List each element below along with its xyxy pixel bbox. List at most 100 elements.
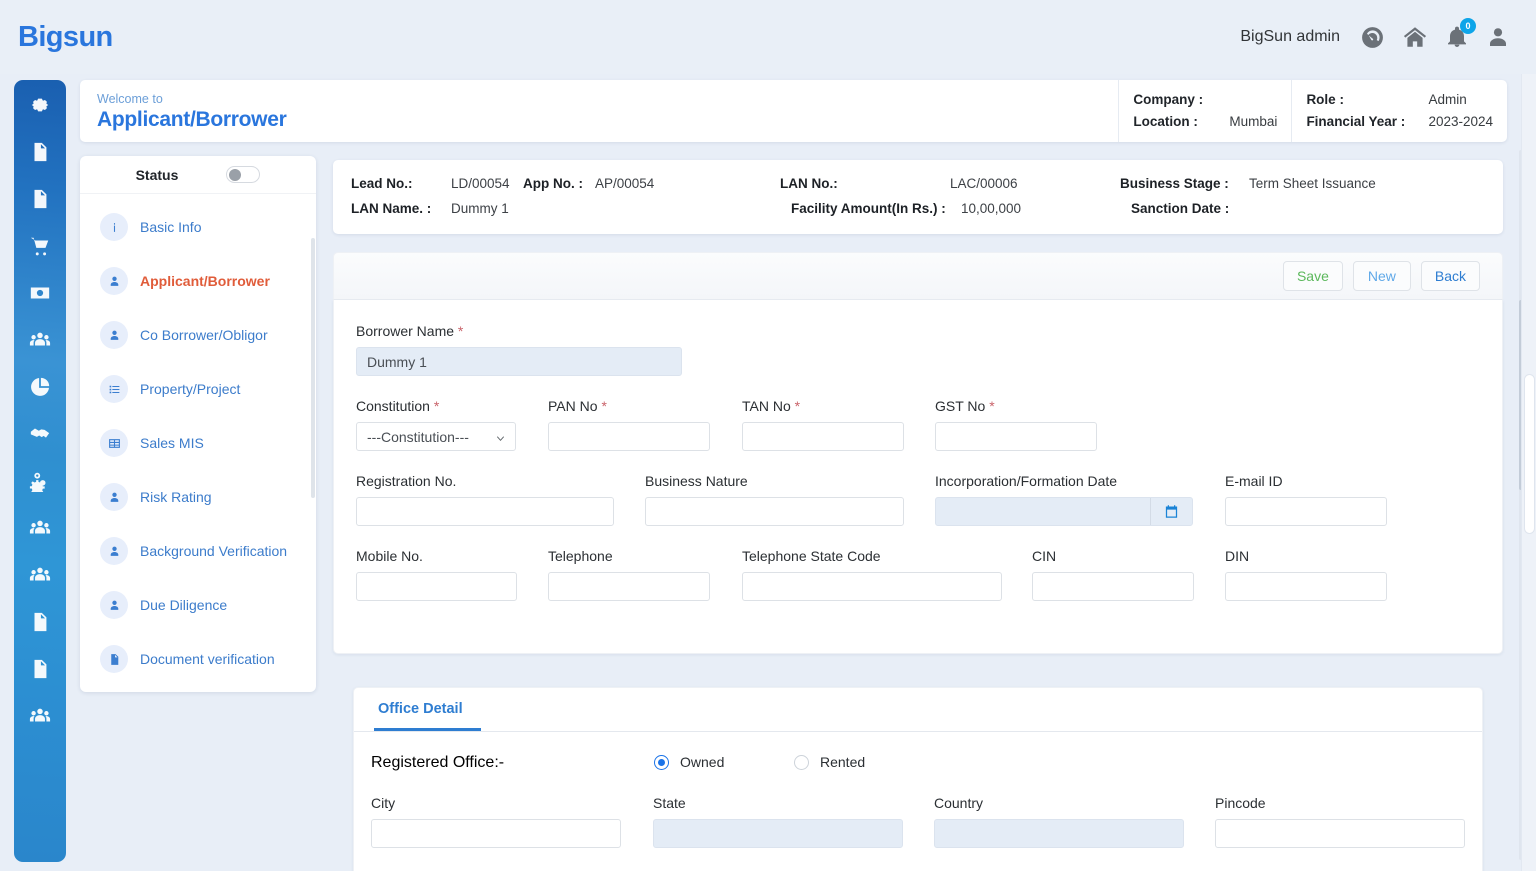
page-scrollbar[interactable]	[1521, 74, 1536, 871]
country-field: Country	[934, 794, 1184, 848]
person-icon	[100, 537, 128, 565]
city-field: City	[371, 794, 621, 848]
constitution-field: Constitution * ---Constitution---	[356, 397, 516, 451]
new-button[interactable]: New	[1352, 261, 1411, 291]
tab-office-detail[interactable]: Office Detail	[374, 701, 481, 731]
incorporation-date-input[interactable]	[936, 498, 1150, 525]
calendar-icon[interactable]	[1150, 498, 1192, 525]
borrower-name-input[interactable]: Dummy 1	[356, 347, 682, 376]
pie-chart-icon[interactable]	[29, 376, 51, 398]
pan-field: PAN No *	[548, 397, 710, 451]
home-icon[interactable]	[1402, 24, 1428, 50]
users-icon[interactable]	[29, 705, 51, 727]
icon-rail	[14, 80, 66, 862]
document-icon[interactable]	[29, 141, 51, 163]
user-icon[interactable]	[1486, 25, 1510, 49]
sidebar-item-property-project[interactable]: Property/Project	[80, 362, 316, 416]
mobile-input[interactable]	[356, 572, 517, 601]
business-nature-label: Business Nature	[645, 473, 748, 489]
telephone-state-code-input[interactable]	[742, 572, 1002, 601]
sidebar-item-label: Due Diligence	[140, 597, 228, 613]
business-stage-label: Business Stage :	[1120, 176, 1229, 191]
state-input[interactable]	[653, 819, 903, 848]
location-label: Location :	[1133, 114, 1198, 129]
borrower-name-field: Borrower Name * Dummy 1	[356, 322, 682, 376]
sidebar-item-risk-rating[interactable]: Risk Rating	[80, 470, 316, 524]
sidebar-item-label: Risk Rating	[140, 489, 212, 505]
telephone-field: Telephone	[548, 547, 710, 601]
sidebar-item-co-borrower-obligor[interactable]: Co Borrower/Obligor	[80, 308, 316, 362]
cin-input[interactable]	[1032, 572, 1194, 601]
cogs-icon[interactable]	[29, 470, 51, 492]
financial-year-label: Financial Year :	[1306, 114, 1406, 129]
cart-icon[interactable]	[29, 235, 51, 257]
gst-input[interactable]	[935, 422, 1097, 451]
sidebar-item-applicant-borrower[interactable]: Applicant/Borrower	[80, 254, 316, 308]
sidebar-item-label: Document verification	[140, 651, 275, 667]
role-value: Admin	[1428, 92, 1467, 107]
required-marker: *	[457, 323, 464, 339]
incorporation-date-group[interactable]	[935, 497, 1193, 526]
country-input[interactable]	[934, 819, 1184, 848]
registration-no-input[interactable]	[356, 497, 614, 526]
borrower-name-label: Borrower Name *	[356, 323, 464, 339]
page-scrollbar-thumb[interactable]	[1524, 374, 1535, 534]
info-icon	[100, 213, 128, 241]
din-label: DIN	[1225, 548, 1250, 564]
person-icon	[100, 321, 128, 349]
sidebar-item-sales-mis[interactable]: Sales MIS	[80, 416, 316, 470]
document-icon[interactable]	[29, 658, 51, 680]
document-icon[interactable]	[29, 611, 51, 633]
gst-label: GST No *	[935, 398, 995, 414]
constitution-select[interactable]: ---Constitution---	[356, 422, 516, 451]
sidebar-item-due-diligence[interactable]: Due Diligence	[80, 578, 316, 632]
sidebar-item-document-verification[interactable]: Document verification	[80, 632, 316, 686]
pan-input[interactable]	[548, 422, 710, 451]
users-icon[interactable]	[29, 517, 51, 539]
back-button[interactable]: Back	[1420, 261, 1480, 291]
save-button[interactable]: Save	[1282, 261, 1343, 291]
users-icon[interactable]	[29, 329, 51, 351]
incorporation-date-label: Incorporation/Formation Date	[935, 473, 1118, 489]
cin-field: CIN	[1032, 547, 1194, 601]
lan-no-value: LAC/00006	[950, 176, 1018, 191]
app-logo[interactable]: Bigsun	[18, 21, 113, 54]
incorporation-date-field: Incorporation/Formation Date	[935, 472, 1193, 526]
chevron-down-icon	[495, 431, 506, 442]
person-icon	[100, 267, 128, 295]
gear-icon[interactable]	[29, 94, 51, 116]
stage-nav-list: Basic Info Applicant/Borrower Co Borrowe…	[80, 194, 316, 686]
owned-radio-option[interactable]: Owned	[654, 754, 724, 770]
telephone-input[interactable]	[548, 572, 710, 601]
users-icon[interactable]	[29, 564, 51, 586]
bell-icon[interactable]: 0	[1445, 18, 1476, 49]
document-icon[interactable]	[29, 188, 51, 210]
sanction-date-label: Sanction Date :	[1131, 201, 1230, 216]
sidebar-item-label: Co Borrower/Obligor	[140, 327, 268, 343]
rented-radio-option[interactable]: Rented	[794, 754, 865, 770]
top-bar-actions: BigSun admin 0	[1240, 18, 1510, 50]
tan-input[interactable]	[742, 422, 904, 451]
financial-year-row: Financial Year : 2023-2024	[1306, 115, 1493, 129]
registered-office-label: Registered Office:-	[371, 754, 505, 771]
sidebar-item-background-verification[interactable]: Background Verification	[80, 524, 316, 578]
email-input[interactable]	[1225, 497, 1387, 526]
lan-no-label: LAN No.:	[780, 176, 838, 191]
city-input[interactable]	[371, 819, 621, 848]
sidebar-scrollbar[interactable]	[311, 238, 315, 498]
rented-radio[interactable]	[794, 754, 809, 770]
mobile-label: Mobile No.	[356, 548, 423, 564]
handshake-icon[interactable]	[29, 423, 51, 445]
owned-radio[interactable]	[654, 754, 669, 770]
toggle-knob	[229, 168, 242, 181]
pincode-label: Pincode	[1215, 795, 1266, 811]
din-input[interactable]	[1225, 572, 1387, 601]
business-nature-input[interactable]	[645, 497, 904, 526]
pincode-input[interactable]	[1215, 819, 1465, 848]
page-title-group: Welcome to Applicant/Borrower	[80, 91, 287, 132]
dashboard-icon[interactable]	[1360, 25, 1385, 50]
state-field: State	[653, 794, 903, 848]
sidebar-item-basic-info[interactable]: Basic Info	[80, 200, 316, 254]
money-icon[interactable]	[29, 282, 51, 304]
status-toggle[interactable]	[226, 166, 261, 183]
